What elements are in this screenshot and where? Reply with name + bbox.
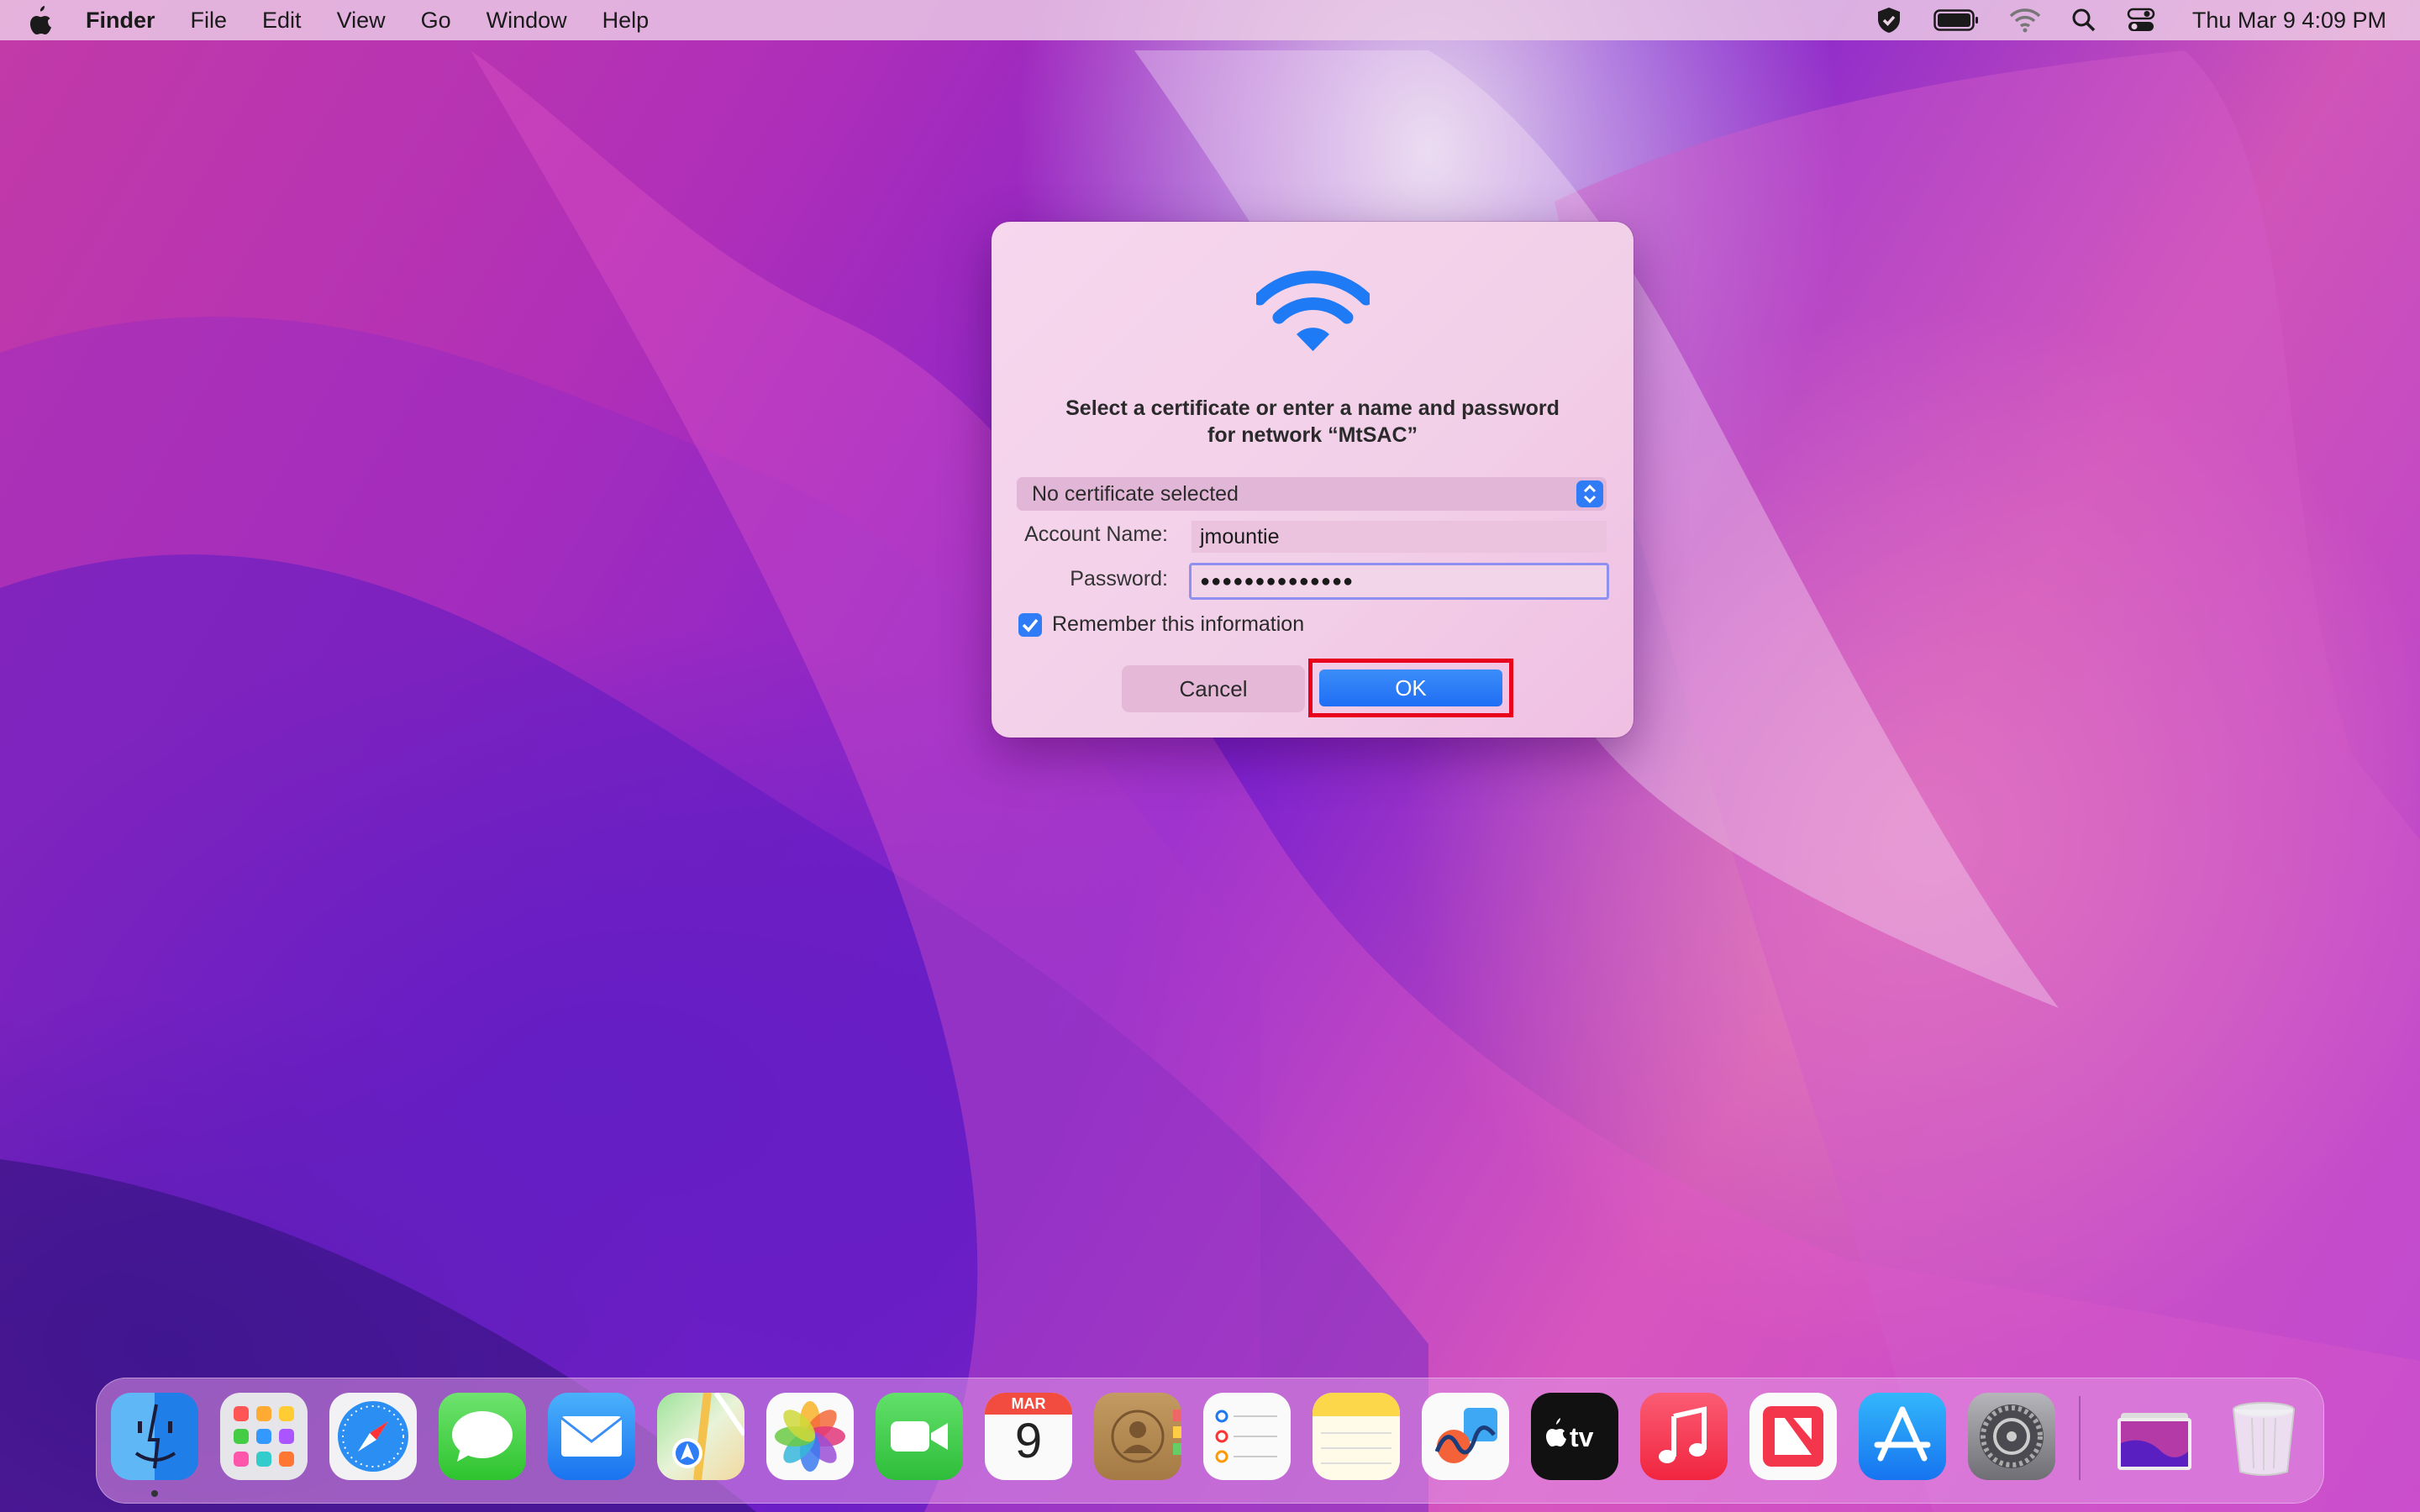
- menu-bar: Finder File Edit View Go Window Help Thu…: [0, 0, 2420, 40]
- system-settings-icon[interactable]: [1968, 1393, 2055, 1480]
- messages-icon[interactable]: [439, 1393, 526, 1480]
- finder-icon[interactable]: [111, 1393, 198, 1480]
- wifi-status-icon[interactable]: [2009, 8, 2041, 33]
- contacts-icon[interactable]: [1094, 1393, 1181, 1480]
- network-login-dialog: Select a certificate or enter a name and…: [992, 222, 1634, 738]
- remember-checkbox[interactable]: [1018, 613, 1042, 637]
- spotlight-search-icon[interactable]: [2071, 8, 2096, 33]
- launchpad-icon[interactable]: [220, 1393, 308, 1480]
- dock-separator: [2079, 1396, 2081, 1480]
- downloads-stack-icon[interactable]: [2111, 1393, 2198, 1480]
- dialog-prompt: Select a certificate or enter a name and…: [1017, 395, 1608, 449]
- password-field[interactable]: ●●●●●●●●●●●●●●: [1189, 563, 1609, 600]
- calendar-icon[interactable]: MAR 9: [985, 1393, 1072, 1480]
- app-store-icon[interactable]: [1859, 1393, 1946, 1480]
- calendar-month: MAR: [1011, 1395, 1046, 1412]
- certificate-select[interactable]: No certificate selected: [1017, 477, 1607, 511]
- svg-text:tv: tv: [1570, 1422, 1594, 1452]
- account-name-field[interactable]: jmountie: [1192, 521, 1607, 553]
- trash-icon[interactable]: [2220, 1393, 2307, 1480]
- notes-icon[interactable]: [1313, 1393, 1400, 1480]
- apple-tv-icon[interactable]: tv: [1531, 1393, 1618, 1480]
- freeform-icon[interactable]: [1422, 1393, 1509, 1480]
- menu-edit[interactable]: Edit: [262, 8, 302, 34]
- control-center-icon[interactable]: [2127, 8, 2155, 33]
- facetime-icon[interactable]: [876, 1393, 963, 1480]
- battery-icon[interactable]: [1933, 8, 1979, 32]
- menu-help[interactable]: Help: [602, 8, 650, 34]
- calendar-day: 9: [1014, 1414, 1043, 1468]
- finder-running-indicator: [151, 1490, 158, 1497]
- ok-button[interactable]: OK: [1319, 669, 1502, 706]
- checkmark-icon: [1022, 618, 1039, 633]
- photos-icon[interactable]: [766, 1393, 854, 1480]
- select-stepper-icon: [1576, 480, 1603, 507]
- menu-go[interactable]: Go: [421, 8, 451, 34]
- reminders-icon[interactable]: [1203, 1393, 1291, 1480]
- mail-icon[interactable]: [548, 1393, 635, 1480]
- account-name-label: Account Name:: [1024, 522, 1168, 546]
- music-icon[interactable]: [1640, 1393, 1728, 1480]
- menubar-clock[interactable]: Thu Mar 9 4:09 PM: [2192, 8, 2386, 34]
- cancel-button[interactable]: Cancel: [1122, 665, 1305, 712]
- menu-app-name[interactable]: Finder: [86, 8, 155, 34]
- prompt-line-2: for network “MtSAC”: [1207, 423, 1418, 447]
- menu-file[interactable]: File: [191, 8, 228, 34]
- news-icon[interactable]: [1749, 1393, 1837, 1480]
- wifi-icon: [1256, 270, 1370, 351]
- dock: MAR 9 tv: [96, 1378, 2324, 1504]
- apple-menu-icon[interactable]: [29, 6, 54, 34]
- certificate-select-value: No certificate selected: [1032, 482, 1239, 506]
- prompt-line-1: Select a certificate or enter a name and…: [1065, 396, 1560, 420]
- vpn-shield-icon[interactable]: [1875, 6, 1903, 34]
- ok-button-highlight: OK: [1308, 659, 1513, 717]
- maps-icon[interactable]: [657, 1393, 744, 1480]
- remember-label: Remember this information: [1052, 612, 1305, 636]
- safari-icon[interactable]: [329, 1393, 417, 1480]
- menu-window[interactable]: Window: [487, 8, 567, 34]
- menu-view[interactable]: View: [337, 8, 386, 34]
- password-label: Password:: [1070, 567, 1168, 591]
